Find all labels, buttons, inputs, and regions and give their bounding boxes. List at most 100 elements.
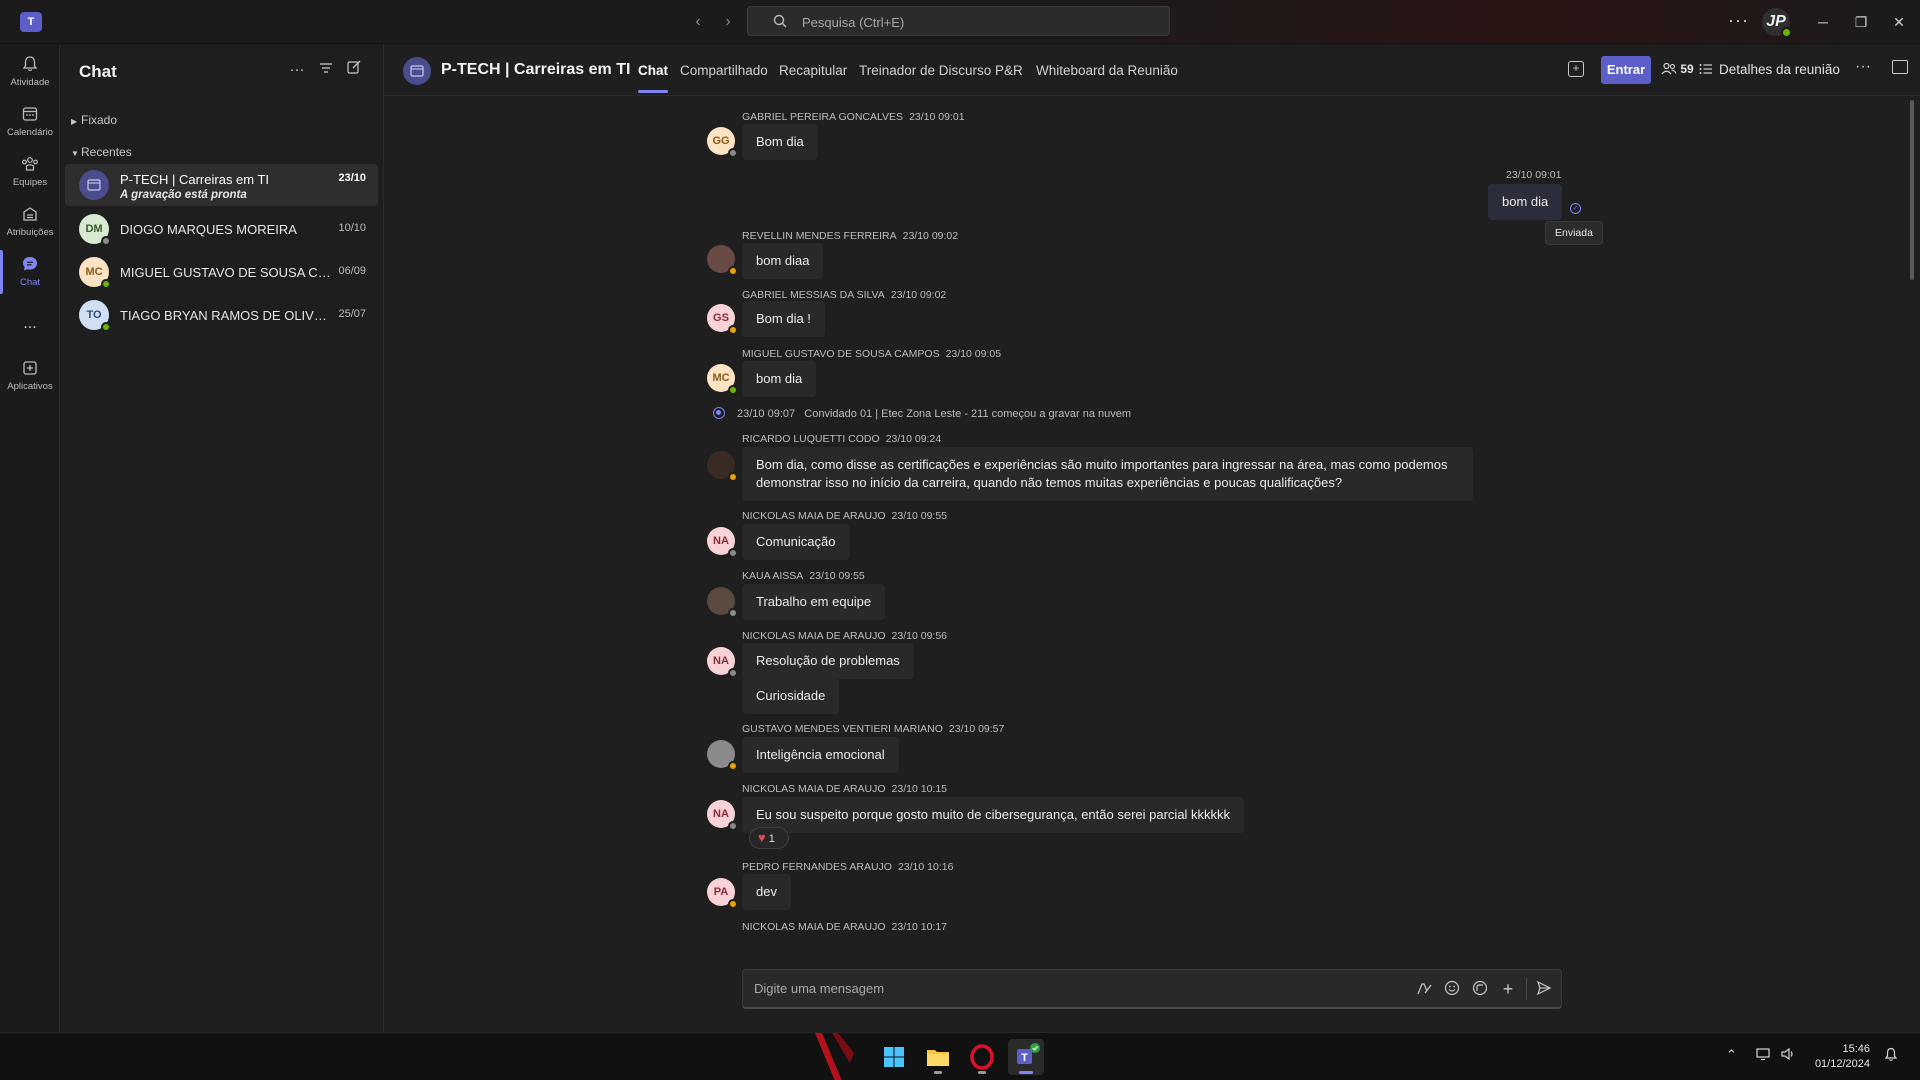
app-rail: Atividade Calendário Equipes Atribuições…	[0, 44, 60, 1032]
restore-icon[interactable]: ❐	[1846, 10, 1876, 34]
participants-count: 59	[1680, 62, 1694, 76]
message-meta: KAUA AISSA 23/10 09:55	[742, 570, 865, 582]
message-bubble[interactable]: dev	[742, 874, 791, 910]
send-icon[interactable]	[1535, 980, 1553, 998]
monitor-network-icon	[1756, 1048, 1770, 1061]
message-meta: NICKOLAS MAIA DE ARAUJO 23/10 10:15	[742, 783, 947, 795]
chat-item-ptech[interactable]: P-TECH | Carreiras em TI A gravação está…	[65, 164, 378, 206]
back-arrow-icon[interactable]: ‹	[686, 10, 710, 34]
avatar-photo[interactable]	[707, 245, 738, 276]
settings-more-icon[interactable]: ···	[1728, 10, 1749, 31]
loop-component-icon	[1472, 980, 1488, 996]
side-panel-icon[interactable]	[1892, 60, 1908, 74]
rail-apps[interactable]: Aplicativos	[0, 352, 60, 402]
message-bubble[interactable]: bom diaa	[742, 243, 824, 279]
format-icon[interactable]	[1415, 980, 1433, 998]
message-scrollbar[interactable]	[1910, 100, 1914, 280]
join-button[interactable]: Entrar	[1601, 56, 1651, 84]
opera-browser-icon[interactable]	[964, 1039, 1000, 1075]
reaction-heart[interactable]: ♥ 1	[749, 827, 789, 849]
avatar[interactable]: NA	[707, 647, 738, 678]
section-recent[interactable]: ▼ Recentes	[71, 145, 132, 159]
more-options-icon[interactable]: ···	[1855, 58, 1871, 76]
avatar-photo[interactable]	[707, 587, 738, 618]
avatar-photo[interactable]	[707, 451, 738, 482]
rail-activity[interactable]: Atividade	[0, 48, 60, 98]
message-bubble[interactable]: bom dia	[742, 361, 817, 397]
chat-item-tiago[interactable]: TO TIAGO BRYAN RAMOS DE OLIVEIRA 25/07	[65, 294, 378, 336]
tab-recap[interactable]: Recapitular	[779, 63, 847, 78]
avatar-photo[interactable]	[707, 740, 738, 771]
meeting-details-button[interactable]: Detalhes da reunião	[1699, 62, 1840, 77]
message-author: MIGUEL GUSTAVO DE SOUSA CAMPOS	[742, 348, 940, 360]
presence-away-icon	[728, 266, 738, 276]
tray-chevron-icon[interactable]: ⌃	[1726, 1047, 1737, 1063]
avatar-initials: PA	[713, 886, 729, 898]
running-indicator	[978, 1071, 986, 1074]
message-bubble[interactable]: Eu sou suspeito porque gosto muito de ci…	[742, 797, 1245, 833]
message-bubble[interactable]: bom dia	[1488, 184, 1563, 220]
network-icon[interactable]	[1756, 1047, 1772, 1064]
more-options-icon[interactable]: ···	[285, 58, 309, 82]
rail-chat[interactable]: Chat	[0, 248, 60, 298]
add-attachment-icon[interactable]: +	[1499, 980, 1517, 998]
presence-offline-icon	[728, 548, 738, 558]
message-author: GABRIEL PEREIRA GONCALVES	[742, 111, 904, 123]
tab-shared[interactable]: Compartilhado	[680, 63, 768, 78]
participants-button[interactable]: 59	[1661, 62, 1694, 76]
message-composer[interactable]: Digite uma mensagem +	[742, 969, 1562, 1009]
message-bubble[interactable]: Inteligência emocional	[742, 737, 899, 773]
message-bubble[interactable]: Curiosidade	[742, 678, 840, 714]
tab-qa[interactable]: P&R	[995, 63, 1023, 78]
message-bubble[interactable]: Bom dia	[742, 124, 818, 160]
message-bubble[interactable]: Trabalho em equipe	[742, 584, 886, 620]
notification-bell-icon[interactable]	[1884, 1047, 1898, 1065]
search-placeholder: Pesquisa (Ctrl+E)	[802, 15, 905, 30]
filter-icon[interactable]	[314, 58, 338, 82]
new-chat-icon[interactable]	[342, 58, 366, 82]
title-bar: T ‹ › Pesquisa (Ctrl+E) ··· JP ─ ❐ ✕	[0, 0, 1920, 44]
minimize-icon[interactable]: ─	[1808, 10, 1838, 34]
message-bubble[interactable]: Resolução de problemas	[742, 643, 914, 679]
chat-item-name: P-TECH | Carreiras em TI	[120, 172, 270, 187]
message-bubble[interactable]: Bom dia, como disse as certificações e e…	[742, 447, 1473, 501]
section-pinned[interactable]: ▶ Fixado	[71, 113, 117, 127]
presence-offline-icon	[728, 821, 738, 831]
message-bubble[interactable]: Bom dia !	[742, 301, 825, 337]
presence-offline-icon	[728, 148, 738, 158]
message-author: REVELLIN MENDES FERREIRA	[742, 230, 897, 242]
loop-icon[interactable]	[1471, 980, 1489, 998]
search-input[interactable]: Pesquisa (Ctrl+E)	[747, 6, 1170, 36]
message-meta: NICKOLAS MAIA DE ARAUJO 23/10 10:17	[742, 921, 947, 933]
avatar[interactable]: NA	[707, 800, 738, 831]
chat-item-miguel[interactable]: MC MIGUEL GUSTAVO DE SOUSA CAMP... 06/09	[65, 251, 378, 293]
presence-offline-icon	[101, 236, 111, 246]
file-explorer-icon[interactable]	[920, 1039, 956, 1075]
system-clock[interactable]: 15:46 01/12/2024	[1810, 1042, 1870, 1072]
message-bubble[interactable]: Comunicação	[742, 524, 850, 560]
volume-icon[interactable]	[1780, 1047, 1796, 1064]
forward-arrow-icon[interactable]: ›	[716, 10, 740, 34]
emoji-icon[interactable]	[1443, 980, 1461, 998]
windows-start-icon[interactable]	[876, 1039, 912, 1075]
tab-speaker-coach[interactable]: Treinador de Discurso	[859, 63, 991, 78]
rail-assignments[interactable]: Atribuições	[0, 198, 60, 248]
tab-whiteboard[interactable]: Whiteboard da Reunião	[1036, 63, 1178, 78]
avatar[interactable]: NA	[707, 527, 738, 558]
rail-more[interactable]: ...	[0, 312, 60, 342]
add-tab-icon[interactable]: +	[1568, 61, 1584, 77]
chat-item-diogo[interactable]: DM DIOGO MARQUES MOREIRA 10/10	[65, 208, 378, 250]
message-time: 23/10 09:57	[948, 723, 1005, 735]
chat-item-date: 10/10	[338, 222, 366, 234]
avatar[interactable]: GS	[707, 304, 738, 335]
user-avatar[interactable]: JP	[1762, 8, 1792, 38]
avatar[interactable]: MC	[707, 364, 738, 395]
avatar[interactable]: GG	[707, 127, 738, 158]
message-time: 23/10 09:24	[885, 433, 942, 445]
rail-calendar[interactable]: Calendário	[0, 98, 60, 148]
close-icon[interactable]: ✕	[1884, 10, 1914, 34]
rail-teams[interactable]: Equipes	[0, 148, 60, 198]
teams-taskbar-icon[interactable]: T	[1008, 1039, 1044, 1075]
tab-chat[interactable]: Chat	[638, 63, 668, 93]
avatar[interactable]: PA	[707, 878, 738, 909]
